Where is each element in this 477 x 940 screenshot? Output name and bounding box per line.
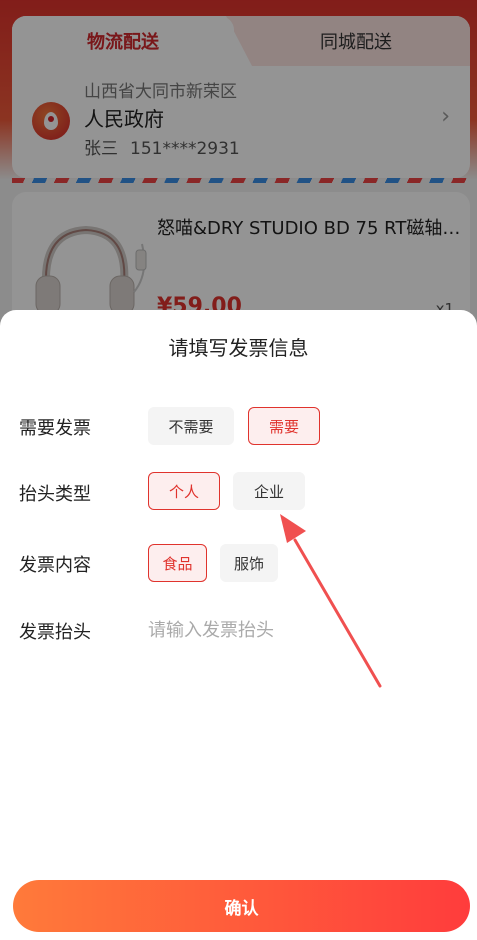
header-type-label: 抬头类型: [19, 484, 91, 505]
option-no-invoice[interactable]: 不需要: [148, 407, 234, 445]
invoice-sheet: 请填写发票信息 需要发票 不需要 需要 抬头类型 个人 企业 发票内容 食品 服…: [0, 310, 477, 940]
option-enterprise[interactable]: 企业: [233, 472, 305, 510]
confirm-button[interactable]: 确认: [13, 880, 470, 932]
sheet-title: 请填写发票信息: [168, 336, 309, 360]
need-invoice-label: 需要发票: [19, 418, 91, 439]
option-need-invoice[interactable]: 需要: [248, 407, 320, 445]
invoice-header-input[interactable]: [148, 616, 448, 644]
option-personal[interactable]: 个人: [148, 472, 220, 510]
option-food[interactable]: 食品: [148, 544, 207, 582]
invoice-header-label: 发票抬头: [19, 622, 91, 643]
option-clothing[interactable]: 服饰: [220, 544, 278, 582]
invoice-content-label: 发票内容: [19, 555, 91, 576]
